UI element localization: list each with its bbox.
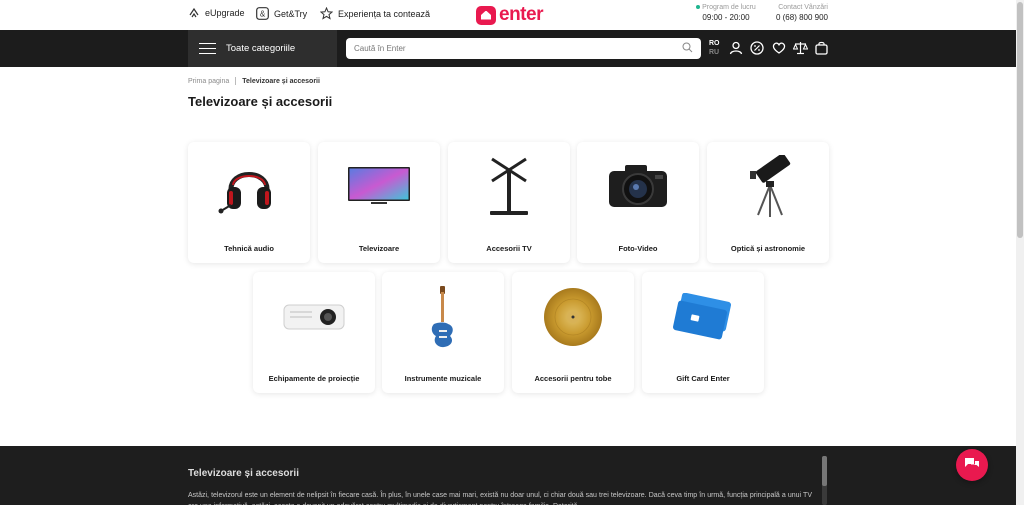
category-label: Tehnică audio: [224, 244, 274, 253]
breadcrumb: Prima pagina Televizoare și accesorii: [188, 77, 320, 85]
category-card-optics[interactable]: Optică și astronomie: [707, 142, 829, 263]
category-label: Accesorii pentru tobe: [534, 374, 612, 383]
chat-button[interactable]: [956, 449, 988, 481]
category-card-photo-video[interactable]: Foto-Video: [577, 142, 699, 263]
page-title: Televizoare și accesorii: [188, 94, 333, 109]
category-card-tv[interactable]: Televizoare: [318, 142, 440, 263]
page-scrollbar[interactable]: [1016, 0, 1024, 505]
lang-ro[interactable]: RO: [709, 39, 720, 48]
status-dot-icon: [696, 5, 701, 10]
breadcrumb-separator: [235, 77, 237, 85]
category-card-drum-accessories[interactable]: Accesorii pentru tobe: [512, 272, 634, 393]
category-label: Foto-Video: [618, 244, 658, 253]
all-categories-button[interactable]: Toate categoriile: [188, 30, 337, 67]
eupgrade-link[interactable]: eUpgrade: [188, 7, 245, 19]
user-icon[interactable]: [729, 41, 743, 55]
seo-scrollbar[interactable]: [822, 456, 827, 505]
contact-phone: 0 (68) 800 900: [775, 13, 828, 22]
gift-card-image: [642, 282, 764, 352]
camera-image: [577, 152, 699, 222]
search-icon[interactable]: [682, 40, 693, 58]
category-label: Accesorii TV: [486, 244, 532, 253]
contact-label: Contact Vânzări: [778, 4, 828, 11]
category-card-tv-accessories[interactable]: Accesorii TV: [448, 142, 570, 263]
get-try-icon: &: [256, 7, 269, 20]
working-hours: Program de lucru 09:00 - 20:00: [686, 4, 766, 22]
cymbal-image: [512, 282, 634, 352]
hours-label: Program de lucru: [702, 4, 756, 11]
star-icon: [320, 7, 333, 20]
category-card-audio[interactable]: Tehnică audio: [188, 142, 310, 263]
category-card-gift-card[interactable]: Gift Card Enter: [642, 272, 764, 393]
lang-ru[interactable]: RU: [709, 48, 720, 57]
language-switch: RO RU: [709, 39, 720, 57]
telescope-image: [707, 152, 829, 222]
tv-stand-image: [448, 152, 570, 222]
experience-label: Experiența ta contează: [338, 8, 431, 19]
main-navbar: Toate categoriile RO RU: [0, 30, 1016, 67]
svg-text:&: &: [260, 10, 266, 19]
upgrade-icon: [188, 7, 200, 19]
enter-logo[interactable]: enter: [476, 4, 543, 26]
logo-mark-icon: [476, 5, 496, 25]
headphones-image: [188, 152, 310, 222]
menu-icon: [199, 39, 216, 58]
seo-title: Televizoare și accesorii: [188, 468, 299, 479]
breadcrumb-home[interactable]: Prima pagina: [188, 78, 229, 85]
page: eUpgrade & Get&Try Experiența ta conteaz…: [0, 0, 1024, 505]
search-box: [346, 38, 701, 59]
seo-text: Astăzi, televizorul este un element de n…: [188, 492, 812, 505]
category-label: Instrumente muzicale: [404, 374, 482, 383]
category-card-projectors[interactable]: Echipamente de proiecție: [253, 272, 375, 393]
search-input[interactable]: [354, 44, 682, 53]
top-bar: eUpgrade & Get&Try Experiența ta conteaz…: [0, 0, 1016, 30]
tv-image: [318, 152, 440, 222]
cart-icon[interactable]: [815, 41, 829, 55]
chat-icon: [964, 456, 980, 475]
compare-icon[interactable]: [792, 41, 809, 55]
category-label: Echipamente de proiecție: [268, 374, 360, 383]
eupgrade-label: eUpgrade: [205, 8, 245, 18]
category-label: Televizoare: [358, 244, 400, 253]
get-try-label: Get&Try: [274, 8, 308, 19]
breadcrumb-current: Televizoare și accesorii: [242, 77, 320, 85]
seo-description-block: Televizoare și accesorii Astăzi, televiz…: [0, 446, 1016, 505]
discount-icon[interactable]: [750, 41, 764, 55]
sales-contact[interactable]: Contact Vânzări 0 (68) 800 900: [770, 4, 828, 22]
heart-icon[interactable]: [772, 41, 786, 55]
category-label: Gift Card Enter: [676, 374, 730, 383]
category-card-instruments[interactable]: Instrumente muzicale: [382, 272, 504, 393]
experience-link[interactable]: Experiența ta contează: [320, 7, 430, 20]
get-try-link[interactable]: & Get&Try: [256, 7, 307, 20]
guitar-image: [382, 282, 504, 352]
all-categories-label: Toate categoriile: [226, 43, 296, 54]
logo-text: enter: [499, 4, 543, 25]
projector-image: [253, 282, 375, 352]
category-label: Optică și astronomie: [730, 244, 806, 253]
hours-value: 09:00 - 20:00: [702, 13, 750, 22]
